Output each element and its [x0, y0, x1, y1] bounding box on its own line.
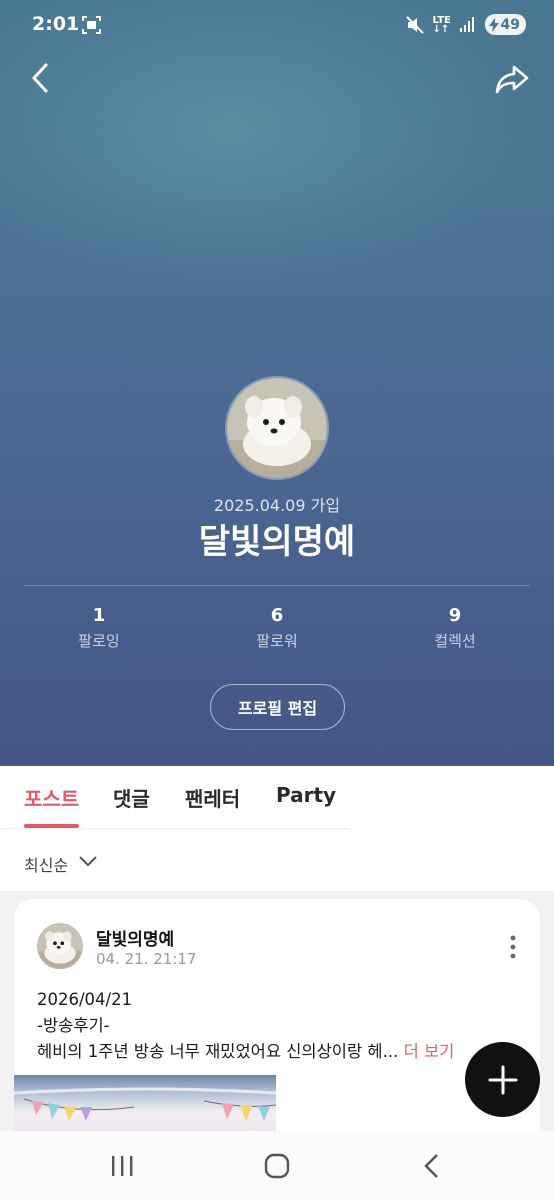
lte-icon: LTE ↓↑: [432, 14, 451, 35]
stat-collections-count: 9: [448, 605, 462, 626]
join-date: 2025.04.09 가입: [213, 496, 341, 515]
dog-photo: [227, 378, 327, 478]
sort-dropdown[interactable]: 최신순: [24, 852, 68, 876]
system-nav-bar: [0, 1131, 554, 1200]
back-icon[interactable]: [420, 1153, 446, 1179]
stat-followers-count: 6: [270, 605, 284, 626]
profile-header: 2:01 LTE ↓↑ 49 2025.04.09 가입 달빛의명예 1 팔로잉…: [0, 0, 554, 766]
tab-party[interactable]: Party: [276, 783, 336, 807]
tab-posts[interactable]: 포스트: [24, 783, 79, 812]
more-options-icon[interactable]: [508, 935, 518, 959]
post-author-avatar[interactable]: [37, 923, 83, 969]
post-line: 헤비의 1주년 방송 너무 재밌었어요 신의상이랑 헤...: [37, 1042, 399, 1061]
tab-active-indicator: [24, 824, 79, 828]
plus-icon: [488, 1065, 517, 1094]
post-line: 2026/04/21: [37, 990, 133, 1009]
battery-level: 49: [500, 16, 520, 33]
post-body[interactable]: 2026/04/21 -방송후기- 헤비의 1주년 방송 너무 재밌었어요 신의…: [37, 987, 537, 1065]
profile-name: 달빛의명예: [198, 522, 356, 562]
chevron-down-icon[interactable]: [79, 854, 97, 868]
share-button[interactable]: [494, 62, 530, 96]
status-bar: 2:01 LTE ↓↑ 49: [0, 0, 554, 52]
bolt-icon: [488, 17, 499, 32]
tab-fan-letters[interactable]: 팬레터: [185, 783, 240, 812]
post-author-name[interactable]: 달빛의명예: [96, 925, 174, 950]
mute-icon: [405, 15, 424, 34]
home-icon[interactable]: [264, 1153, 290, 1179]
tab-bar: 포스트 댓글 팬레터 Party: [0, 766, 554, 830]
tab-comments[interactable]: 댓글: [113, 783, 150, 812]
stat-following[interactable]: 1 팔로잉: [24, 605, 174, 651]
post-time: 04. 21. 21:17: [96, 950, 197, 968]
stat-following-count: 1: [92, 605, 106, 626]
stat-following-label: 팔로잉: [78, 632, 120, 650]
stat-collections[interactable]: 9 컬렉션: [380, 605, 530, 651]
stat-followers-label: 팔로워: [256, 632, 298, 650]
add-post-button[interactable]: [465, 1042, 540, 1117]
battery-charging-icon: 49: [484, 14, 526, 35]
dog-photo-small: [37, 923, 83, 969]
status-time: 2:01: [32, 13, 80, 35]
recents-icon[interactable]: [109, 1153, 135, 1179]
profile-avatar[interactable]: [225, 376, 329, 480]
sort-row: 최신순: [0, 829, 554, 891]
stat-collections-label: 컬렉션: [434, 632, 476, 650]
stat-followers[interactable]: 6 팔로워: [202, 605, 352, 651]
post-line: -방송후기-: [37, 1016, 110, 1035]
screen-recorder-icon: [82, 16, 101, 34]
status-icons: LTE ↓↑ 49: [405, 14, 526, 35]
edit-profile-button[interactable]: 프로필 편집: [210, 684, 345, 730]
divider: [24, 585, 530, 586]
back-button[interactable]: [26, 60, 56, 96]
read-more-link[interactable]: 더 보기: [404, 1042, 455, 1061]
signal-icon: [459, 16, 474, 32]
lte-text: LTE: [432, 14, 451, 26]
